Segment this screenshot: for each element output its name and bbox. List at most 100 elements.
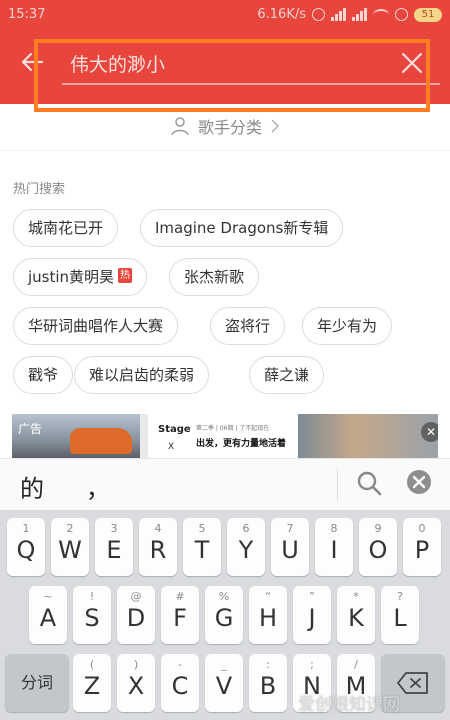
candidate-separator [337,469,338,501]
key-main: L [393,604,407,632]
key-sub: 7 [286,522,294,535]
key-x[interactable]: ) X [117,654,155,712]
key-main: Z [83,672,101,700]
key-c[interactable]: -C [161,654,199,712]
alarm-icon [312,8,325,21]
chip-label: 戳爷 [28,366,59,384]
hot-search-title: 热门搜索 [13,182,66,197]
key-sub: 1 [22,522,30,535]
key-y[interactable]: 6Y [227,518,265,576]
key-h[interactable]: “H [249,586,287,644]
key-sub: ( [89,658,95,671]
singer-category-label: 歌手分类 [197,118,262,137]
key-sub: % [218,590,230,603]
key-p[interactable]: 0P [403,518,441,576]
key-sub: 8 [330,522,338,535]
key-main: D [126,604,146,632]
key-z[interactable]: (Z [73,654,111,712]
divider [0,150,450,151]
close-candidates-icon[interactable] [406,469,432,495]
key-r[interactable]: 4R [139,518,177,576]
annotation-highlight-box [34,39,430,112]
hot-search-chip[interactable]: 城南花已开 [13,209,119,247]
key-q[interactable]: 1Q [7,518,45,576]
key-sub: 6 [242,522,250,535]
chip-label: 薛之谦 [264,366,310,384]
key-main: U [281,536,299,564]
signal-icon-2 [352,8,367,21]
chip-label: 城南花已开 [28,219,104,237]
key-sub: 4 [154,522,162,535]
key-sub: # [175,590,185,603]
key-main: I [330,536,338,564]
key-l[interactable]: ? L [381,586,419,644]
signal-icon [331,8,346,21]
key-u[interactable]: 7U [271,518,309,576]
hot-search-chip[interactable]: justin黄明昊热 [13,258,148,296]
ad-banner[interactable]: 广告 Stage. X 第二季 | 06期 | 了不起现在 出发，更有力量地活着… [12,414,438,458]
ad-brand: Stage. [158,424,195,435]
key-main: Y [238,536,254,564]
network-speed: 6.16K/s [257,7,306,22]
key-sub: * [353,590,359,603]
ime-candidate-bar: 的 ， [0,458,450,510]
key-k[interactable]: * K [337,586,375,644]
key-f[interactable]: # F [161,586,199,644]
ad-photo [298,414,438,458]
chip-label: justin黄明昊 [28,268,115,286]
key-main: P [414,536,430,564]
key-d[interactable]: @ D [117,586,155,644]
singer-category-link[interactable]: 歌手分类 [0,104,450,148]
hot-search-chip[interactable]: 盗将行 [210,307,286,345]
key-sub: ? [397,590,403,603]
key-sub: @ [130,590,142,603]
wifi-icon [373,8,389,21]
candidate-word[interactable]: 的 [20,469,44,504]
key-sub: 0 [418,522,426,535]
key-main: V [215,672,233,700]
charging-icon [395,8,408,21]
ad-close-icon[interactable]: ✕ [421,422,438,442]
hot-search-chip[interactable]: 薛之谦 [249,356,325,394]
key-e[interactable]: 3E [95,518,133,576]
key-g[interactable]: % G [205,586,243,644]
hot-search-chip[interactable]: 华研词曲唱作人大赛 [13,307,179,345]
key-v[interactable]: _ V [205,654,243,712]
key-sub: 3 [110,522,118,535]
chip-label: 华研词曲唱作人大赛 [28,317,164,335]
ad-label: 广告 [18,422,43,436]
status-bar: 15:37 6.16K/s 51 [0,0,450,32]
hot-search-chip[interactable]: 戳爷 [13,356,74,394]
key-b[interactable]: :B [249,654,287,712]
key-main: K [348,604,364,632]
key-main: G [214,604,234,632]
hot-search-chip[interactable]: 年少有为 [302,307,393,345]
key-main: E [106,536,122,564]
key-o[interactable]: 9O [359,518,397,576]
key-main: C [171,672,189,700]
keyboard: 1Q 2W 3E 4R 5T 6Y 7U 8I 9O 0P ~ A ! S @ D #… [0,510,450,720]
key-a[interactable]: ~ A [29,586,67,644]
candidate-word[interactable]: ， [86,469,110,504]
key-sub: 9 [374,522,382,535]
hot-search-chip[interactable]: 难以启齿的柔弱 [74,356,210,394]
key-sub: 5 [198,522,206,535]
key-s[interactable]: ! S [73,586,111,644]
hot-search-chip[interactable]: Imagine Dragons新专辑 [140,209,344,247]
key-sub: ” [309,590,315,603]
key-j[interactable]: ” J [293,586,331,644]
watermark: 爱创根知识网 [298,695,400,715]
segment-key[interactable]: 分词 [5,654,69,712]
battery-icon: 51 [414,7,442,22]
key-i[interactable]: 8I [315,518,353,576]
key-t[interactable]: 5T [183,518,221,576]
chip-label: 盗将行 [225,317,271,335]
key-main: X [127,672,145,700]
hot-search-chip[interactable]: 张杰新歌 [169,258,260,296]
key-w[interactable]: 2W [51,518,89,576]
key-sub: : [266,658,270,671]
key-sub: / [354,658,358,671]
car-shape [70,428,132,454]
singer-icon [171,117,189,136]
search-icon[interactable] [356,470,382,496]
